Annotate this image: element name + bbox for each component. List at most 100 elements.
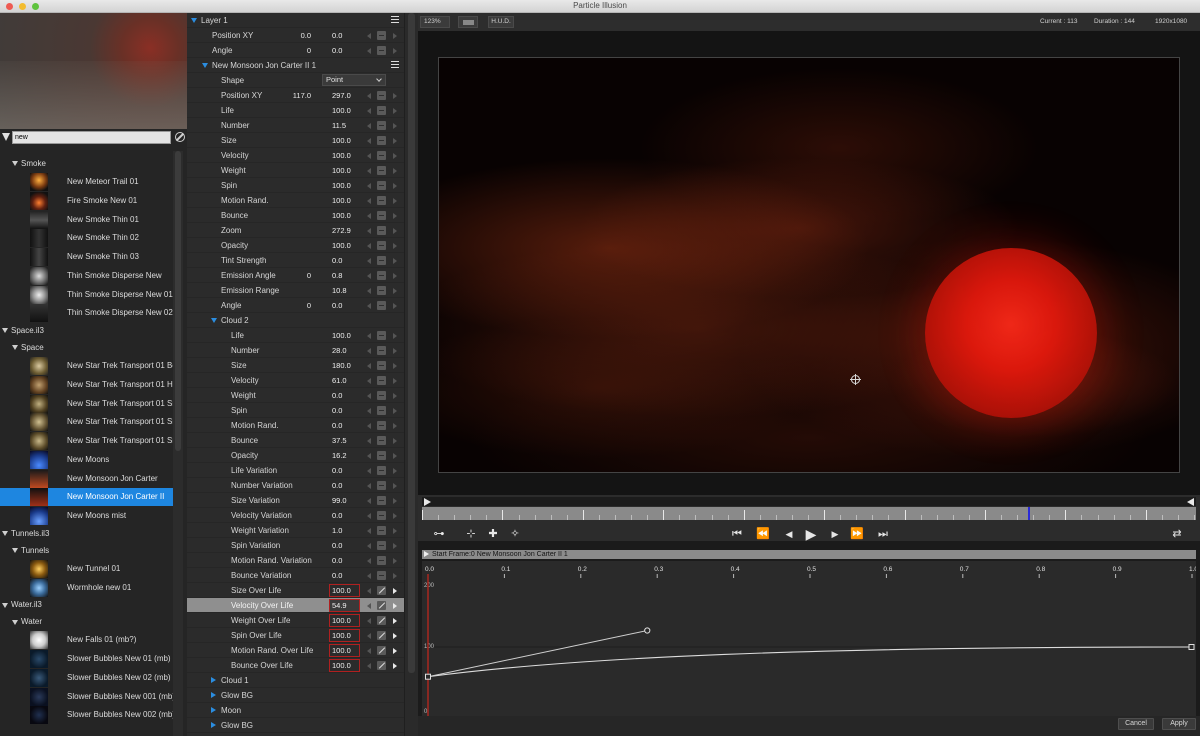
collapsed-arrow-icon[interactable] [211, 722, 216, 728]
library-item[interactable]: New Monsoon Jon Carter II [0, 488, 173, 507]
library-item[interactable]: Thin Smoke Disperse New [0, 266, 173, 285]
property-value[interactable]: 100.0 [332, 208, 362, 223]
property-value[interactable]: 28.0 [332, 343, 362, 358]
menu-icon[interactable] [391, 61, 399, 68]
property-value[interactable]: 0.0 [332, 388, 362, 403]
tangent-handle-point[interactable] [644, 627, 651, 634]
property-value[interactable]: 0.0 [332, 538, 362, 553]
skip-end-icon[interactable]: ⏭ [874, 527, 892, 541]
property-value[interactable]: 16.2 [332, 448, 362, 463]
next-key-icon[interactable] [393, 303, 397, 309]
next-key-icon[interactable] [393, 138, 397, 144]
next-key-icon[interactable] [393, 423, 397, 429]
property-group-new-monsoon-jon-carter-ii-1[interactable]: New Monsoon Jon Carter II 1 [187, 58, 404, 73]
library-item[interactable]: Slower Bubbles New 002 (mb) [0, 706, 173, 725]
next-key-icon[interactable] [393, 213, 397, 219]
previous-key-icon[interactable] [367, 543, 371, 549]
property-value[interactable]: 0.0 [332, 418, 362, 433]
property-row[interactable]: Motion Rand. 100.0 [187, 193, 404, 208]
property-value[interactable]: 1.0 [332, 523, 362, 538]
next-key-icon[interactable] [393, 468, 397, 474]
graph-icon[interactable] [377, 661, 386, 670]
property-group-moon[interactable]: Moon [187, 703, 404, 718]
property-value-field[interactable]: 54.9 [329, 599, 360, 612]
key-toggle-icon[interactable] [377, 286, 386, 295]
expand-arrow-icon[interactable] [12, 161, 18, 167]
render-canvas[interactable] [438, 57, 1180, 473]
property-row[interactable]: Velocity 100.0 [187, 148, 404, 163]
collapse-all-icon[interactable] [2, 133, 10, 141]
expand-arrow-icon[interactable] [2, 531, 8, 537]
next-key-icon[interactable] [393, 243, 397, 249]
key-toggle-icon[interactable] [377, 196, 386, 205]
apply-button[interactable]: Apply [1162, 718, 1196, 730]
property-value-field[interactable]: 100.0 [329, 614, 360, 627]
previous-key-icon[interactable] [367, 648, 371, 654]
key-toggle-icon[interactable] [377, 541, 386, 550]
property-value[interactable]: 100.0 [332, 193, 362, 208]
library-category-water[interactable]: Water [12, 614, 42, 629]
property-value[interactable]: 100.0 [332, 238, 362, 253]
property-group-cloud-2[interactable]: Cloud 2 [187, 313, 404, 328]
next-key-icon[interactable] [393, 273, 397, 279]
property-row[interactable]: Number 28.0 [187, 343, 404, 358]
property-value[interactable]: 0.8 [332, 268, 362, 283]
library-item[interactable]: New Moons [0, 450, 173, 469]
property-row[interactable]: Life 100.0 [187, 328, 404, 343]
property-row[interactable]: Bounce Over Life 100.0 [187, 658, 404, 673]
key-toggle-icon[interactable] [377, 406, 386, 415]
property-value[interactable]: 0.0 [332, 478, 362, 493]
previous-key-icon[interactable] [367, 288, 371, 294]
previous-key-icon[interactable] [367, 438, 371, 444]
previous-key-icon[interactable] [367, 198, 371, 204]
graph-icon[interactable] [377, 586, 386, 595]
property-value-field[interactable]: 100.0 [329, 629, 360, 642]
graph-icon[interactable] [377, 616, 386, 625]
graph-icon[interactable] [377, 646, 386, 655]
next-key-icon[interactable] [393, 333, 397, 339]
previous-key-icon[interactable] [367, 483, 371, 489]
previous-key-icon[interactable] [367, 423, 371, 429]
properties-scrollbar[interactable] [404, 13, 418, 736]
property-row[interactable]: Velocity Variation 0.0 [187, 508, 404, 523]
property-row[interactable]: Life 100.0 [187, 103, 404, 118]
expand-arrow-icon[interactable] [2, 328, 8, 334]
show-curve-icon[interactable] [393, 603, 397, 609]
library-item[interactable]: Slower Bubbles New 01 (mb) [0, 650, 173, 668]
previous-key-icon[interactable] [367, 453, 371, 459]
property-row[interactable]: Size Over Life 100.0 [187, 583, 404, 598]
key-toggle-icon[interactable] [377, 226, 386, 235]
property-value-1[interactable]: 0 [279, 43, 311, 58]
previous-key-icon[interactable] [367, 603, 371, 609]
collapsed-arrow-icon[interactable] [211, 707, 216, 713]
library-category-smoke[interactable]: Smoke [12, 156, 46, 171]
key-toggle-icon[interactable] [377, 181, 386, 190]
previous-key-icon[interactable] [367, 273, 371, 279]
property-row[interactable]: Size 180.0 [187, 358, 404, 373]
property-value[interactable]: 0.0 [332, 508, 362, 523]
zoom-select[interactable]: 123% [420, 16, 450, 28]
graph-icon[interactable] [377, 601, 386, 610]
key-toggle-icon[interactable] [377, 166, 386, 175]
property-row[interactable]: Bounce 37.5 [187, 433, 404, 448]
key-toggle-icon[interactable] [377, 301, 386, 310]
key-toggle-icon[interactable] [377, 346, 386, 355]
velocity-curve[interactable] [427, 646, 1193, 678]
property-value[interactable]: 100.0 [332, 103, 362, 118]
previous-key-icon[interactable] [367, 243, 371, 249]
next-key-icon[interactable] [393, 498, 397, 504]
property-row[interactable]: Spin Variation 0.0 [187, 538, 404, 553]
library-item[interactable]: New Monsoon Jon Carter [0, 469, 173, 488]
range-start-handle[interactable] [424, 498, 431, 506]
key-toggle-icon[interactable] [377, 436, 386, 445]
next-key-icon[interactable] [393, 393, 397, 399]
previous-key-icon[interactable] [367, 558, 371, 564]
previous-key-icon[interactable] [367, 213, 371, 219]
next-key-icon[interactable] [393, 438, 397, 444]
library-item[interactable]: New Smoke Thin 01 [0, 210, 173, 229]
property-value[interactable]: 100.0 [332, 133, 362, 148]
previous-key-icon[interactable] [367, 633, 371, 639]
curve-key-end[interactable] [1188, 644, 1195, 650]
show-curve-icon[interactable] [393, 588, 397, 594]
library-item[interactable]: New Smoke Thin 02 [0, 229, 173, 248]
